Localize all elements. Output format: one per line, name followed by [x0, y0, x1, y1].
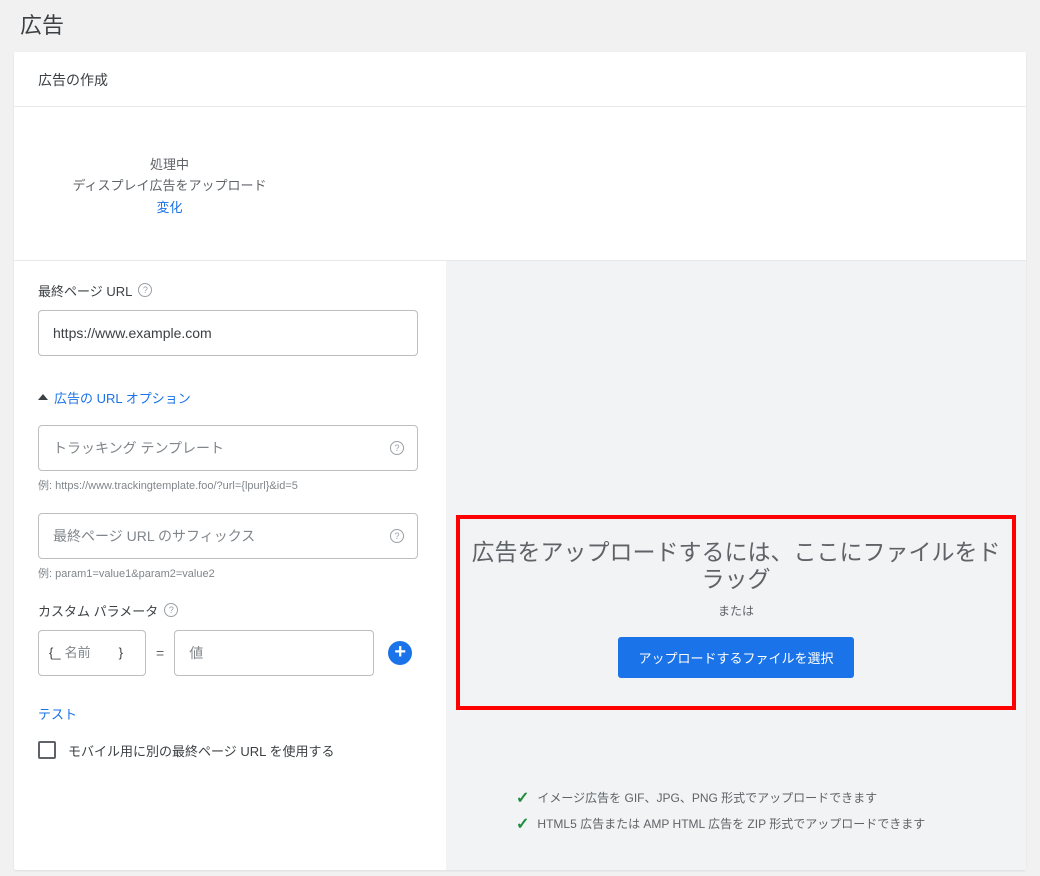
final-url-label-text: 最終ページ URL [38, 281, 132, 300]
help-icon[interactable]: ? [164, 603, 178, 617]
custom-param-row: {_ } = + [38, 630, 422, 676]
or-text: または [718, 602, 754, 619]
tip-row: ✓ HTML5 広告または AMP HTML 広告を ZIP 形式でアップロード… [516, 814, 1016, 834]
final-url-label: 最終ページ URL ? [38, 281, 422, 300]
tracking-template-example: 例: https://www.trackingtemplate.foo/?url… [38, 477, 422, 493]
tracking-template-input[interactable] [38, 425, 418, 471]
final-url-input[interactable] [38, 310, 418, 356]
status-subtitle: ディスプレイ広告をアップロード [22, 176, 317, 197]
chevron-up-icon [38, 394, 48, 400]
tip-text: イメージ広告を GIF、JPG、PNG 形式でアップロードできます [537, 789, 877, 806]
url-options-toggle-label: 広告の URL オプション [54, 388, 191, 407]
plus-icon: + [394, 641, 406, 664]
form-left-panel: 最終ページ URL ? 広告の URL オプション ? 例: https://w… [14, 261, 446, 870]
check-icon: ✓ [516, 814, 529, 834]
param-value-input[interactable] [174, 630, 374, 676]
change-link[interactable]: 変化 [22, 197, 317, 216]
upload-tips: ✓ イメージ広告を GIF、JPG、PNG 形式でアップロードできます ✓ HT… [456, 788, 1016, 840]
url-options-toggle[interactable]: 広告の URL オプション [38, 388, 422, 407]
custom-params-label: カスタム パラメータ ? [38, 601, 422, 620]
drag-title: 広告をアップロードするには、ここにファイルをドラッグ [470, 539, 1002, 594]
help-icon[interactable]: ? [390, 441, 404, 455]
add-param-button[interactable]: + [388, 641, 412, 665]
select-file-button[interactable]: アップロードするファイルを選択 [618, 637, 853, 678]
status-processing: 処理中 [22, 155, 317, 176]
status-block: 処理中 ディスプレイ広告をアップロード 変化 [22, 107, 317, 260]
check-icon: ✓ [516, 788, 529, 808]
help-icon[interactable]: ? [390, 529, 404, 543]
mobile-url-checkbox-row: モバイル用に別の最終ページ URL を使用する [38, 741, 422, 760]
card-title: 広告の作成 [14, 52, 1026, 107]
brace-close: } [119, 645, 123, 660]
final-url-suffix-input[interactable] [38, 513, 418, 559]
equals-sign: = [156, 645, 164, 661]
ad-creation-card: 広告の作成 処理中 ディスプレイ広告をアップロード 変化 最終ページ URL ?… [14, 52, 1026, 870]
upload-highlight-box: 広告をアップロードするには、ここにファイルをドラッグ または アップロードするフ… [456, 515, 1016, 710]
final-url-suffix-example: 例: param1=value1&param2=value2 [38, 565, 422, 581]
mobile-url-checkbox-label: モバイル用に別の最終ページ URL を使用する [68, 741, 335, 760]
help-icon[interactable]: ? [138, 283, 152, 297]
test-link[interactable]: テスト [38, 704, 422, 723]
param-name-input[interactable] [65, 645, 115, 660]
mobile-url-checkbox[interactable] [38, 741, 56, 759]
tip-row: ✓ イメージ広告を GIF、JPG、PNG 形式でアップロードできます [516, 788, 1016, 808]
custom-params-label-text: カスタム パラメータ [38, 601, 158, 620]
upload-panel: 広告をアップロードするには、ここにファイルをドラッグ または アップロードするフ… [446, 261, 1026, 870]
brace-open: {_ [49, 645, 61, 660]
param-name-field[interactable]: {_ } [38, 630, 146, 676]
page-title: 広告 [20, 8, 1020, 40]
tip-text: HTML5 広告または AMP HTML 広告を ZIP 形式でアップロードでき… [537, 815, 925, 832]
